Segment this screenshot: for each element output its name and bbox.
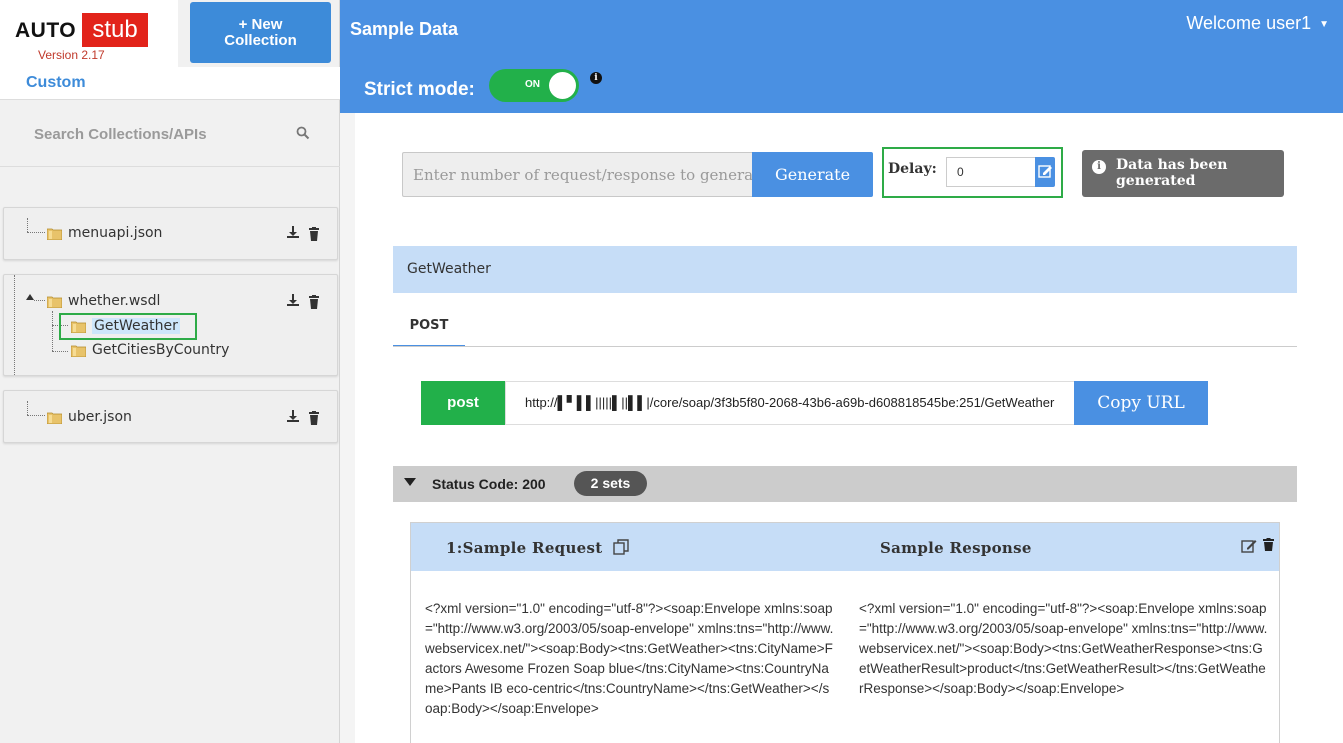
toggle-knob bbox=[549, 72, 576, 99]
api-title: GetWeather bbox=[407, 261, 491, 277]
version-label: Version 2.17 bbox=[38, 48, 105, 62]
user-menu[interactable]: Welcome user1 ▼ bbox=[1186, 13, 1329, 34]
tab-post[interactable]: POST bbox=[393, 309, 465, 347]
edit-icon bbox=[1038, 165, 1052, 178]
welcome-text: Welcome user1 bbox=[1186, 13, 1312, 33]
api-name: GetCitiesByCountry bbox=[92, 342, 230, 358]
collection-item-whether[interactable]: whether.wsdl bbox=[47, 291, 160, 311]
collection-name: whether.wsdl bbox=[68, 293, 161, 309]
strict-mode-label: Strict mode: bbox=[364, 79, 475, 100]
download-icon[interactable] bbox=[286, 225, 300, 239]
trash-icon[interactable] bbox=[307, 411, 321, 425]
section-custom[interactable]: Custom bbox=[0, 67, 340, 100]
collection-name: uber.json bbox=[68, 409, 132, 425]
collection-card: uber.json bbox=[3, 390, 338, 443]
search-input[interactable] bbox=[28, 121, 288, 147]
copy-url-button[interactable]: Copy URL bbox=[1074, 381, 1208, 425]
sample-response-body: <?xml version="1.0" encoding="utf-8"?><s… bbox=[859, 601, 1268, 696]
tabs-divider bbox=[393, 346, 1297, 347]
download-icon[interactable] bbox=[286, 293, 300, 307]
trash-icon[interactable] bbox=[1263, 538, 1274, 551]
search-icon[interactable] bbox=[296, 126, 310, 140]
generate-count-input[interactable] bbox=[402, 152, 753, 197]
chevron-down-icon: ▼ bbox=[1319, 18, 1329, 30]
logo: AUTO stub Version 2.17 bbox=[0, 0, 178, 67]
download-icon[interactable] bbox=[286, 409, 300, 423]
status-code-bar[interactable]: Status Code: 200 2 sets bbox=[393, 466, 1297, 502]
generate-button[interactable]: Generate bbox=[752, 152, 873, 197]
folder-icon bbox=[71, 321, 86, 333]
api-item-getweather[interactable]: GetWeather bbox=[71, 316, 180, 336]
new-collection-label-line1: + New bbox=[238, 15, 283, 33]
sample-card-header: 1:Sample Request Sample Response bbox=[411, 523, 1279, 571]
sets-count-badge: 2 sets bbox=[574, 471, 647, 496]
api-name: GetWeather bbox=[92, 318, 180, 334]
expand-caret-icon[interactable] bbox=[26, 294, 34, 300]
collection-item-menuapi[interactable]: menuapi.json bbox=[47, 223, 162, 243]
logo-text-stub: stub bbox=[82, 13, 148, 47]
edit-icon[interactable] bbox=[1241, 539, 1257, 553]
folder-icon bbox=[47, 296, 62, 308]
info-icon[interactable]: i bbox=[590, 72, 602, 84]
status-code-label: Status Code: 200 bbox=[432, 476, 546, 492]
collection-name: menuapi.json bbox=[68, 225, 163, 241]
notification-toast: i Data has been generated bbox=[1082, 150, 1284, 197]
chevron-down-icon bbox=[404, 478, 416, 486]
new-collection-button[interactable]: + New Collection bbox=[190, 2, 331, 63]
delay-edit-button[interactable] bbox=[1035, 157, 1055, 187]
toggle-state-label: ON bbox=[525, 79, 540, 90]
collection-card: whether.wsdl GetWeather GetCitiesByCount… bbox=[3, 274, 338, 376]
strict-mode-toggle[interactable]: ON bbox=[489, 69, 579, 102]
api-title-bar: GetWeather bbox=[393, 246, 1297, 293]
copy-icon[interactable] bbox=[613, 539, 629, 555]
header: Sample Data Welcome user1 ▼ Strict mode: … bbox=[340, 0, 1343, 113]
delay-input[interactable] bbox=[946, 157, 1036, 187]
sample-request-title: 1:Sample Request bbox=[446, 539, 603, 557]
api-item-getcitiesbycountry[interactable]: GetCitiesByCountry bbox=[71, 340, 229, 360]
collection-item-uber[interactable]: uber.json bbox=[47, 407, 132, 427]
endpoint-url: http://▌▘▌▌|||||▌||▌▌|/core/soap/3f3b5f8… bbox=[505, 381, 1075, 425]
collection-card: menuapi.json bbox=[3, 207, 338, 260]
search-area bbox=[0, 101, 340, 167]
sidebar: AUTO stub Version 2.17 + New Collection … bbox=[0, 0, 340, 743]
trash-icon[interactable] bbox=[307, 295, 321, 309]
folder-icon bbox=[47, 412, 62, 424]
info-icon: i bbox=[1092, 160, 1106, 174]
delay-label: Delay: bbox=[888, 161, 937, 177]
method-badge: post bbox=[421, 381, 505, 425]
trash-icon[interactable] bbox=[307, 227, 321, 241]
delay-control: Delay: bbox=[882, 147, 1063, 198]
page-title: Sample Data bbox=[350, 19, 459, 39]
toast-message: Data has been generated bbox=[1116, 157, 1228, 189]
main-panel: Generate Delay: i Data has been generate… bbox=[355, 113, 1343, 743]
logo-text-auto: AUTO bbox=[15, 19, 77, 42]
new-collection-label-line2: Collection bbox=[224, 31, 297, 49]
folder-icon bbox=[47, 228, 62, 240]
sample-request-body: <?xml version="1.0" encoding="utf-8"?><s… bbox=[425, 601, 834, 716]
sample-card: 1:Sample Request Sample Response <?xml v… bbox=[410, 522, 1280, 743]
folder-icon bbox=[71, 345, 86, 357]
sample-response-title: Sample Response bbox=[880, 539, 1032, 557]
section-custom-label: Custom bbox=[26, 74, 86, 91]
